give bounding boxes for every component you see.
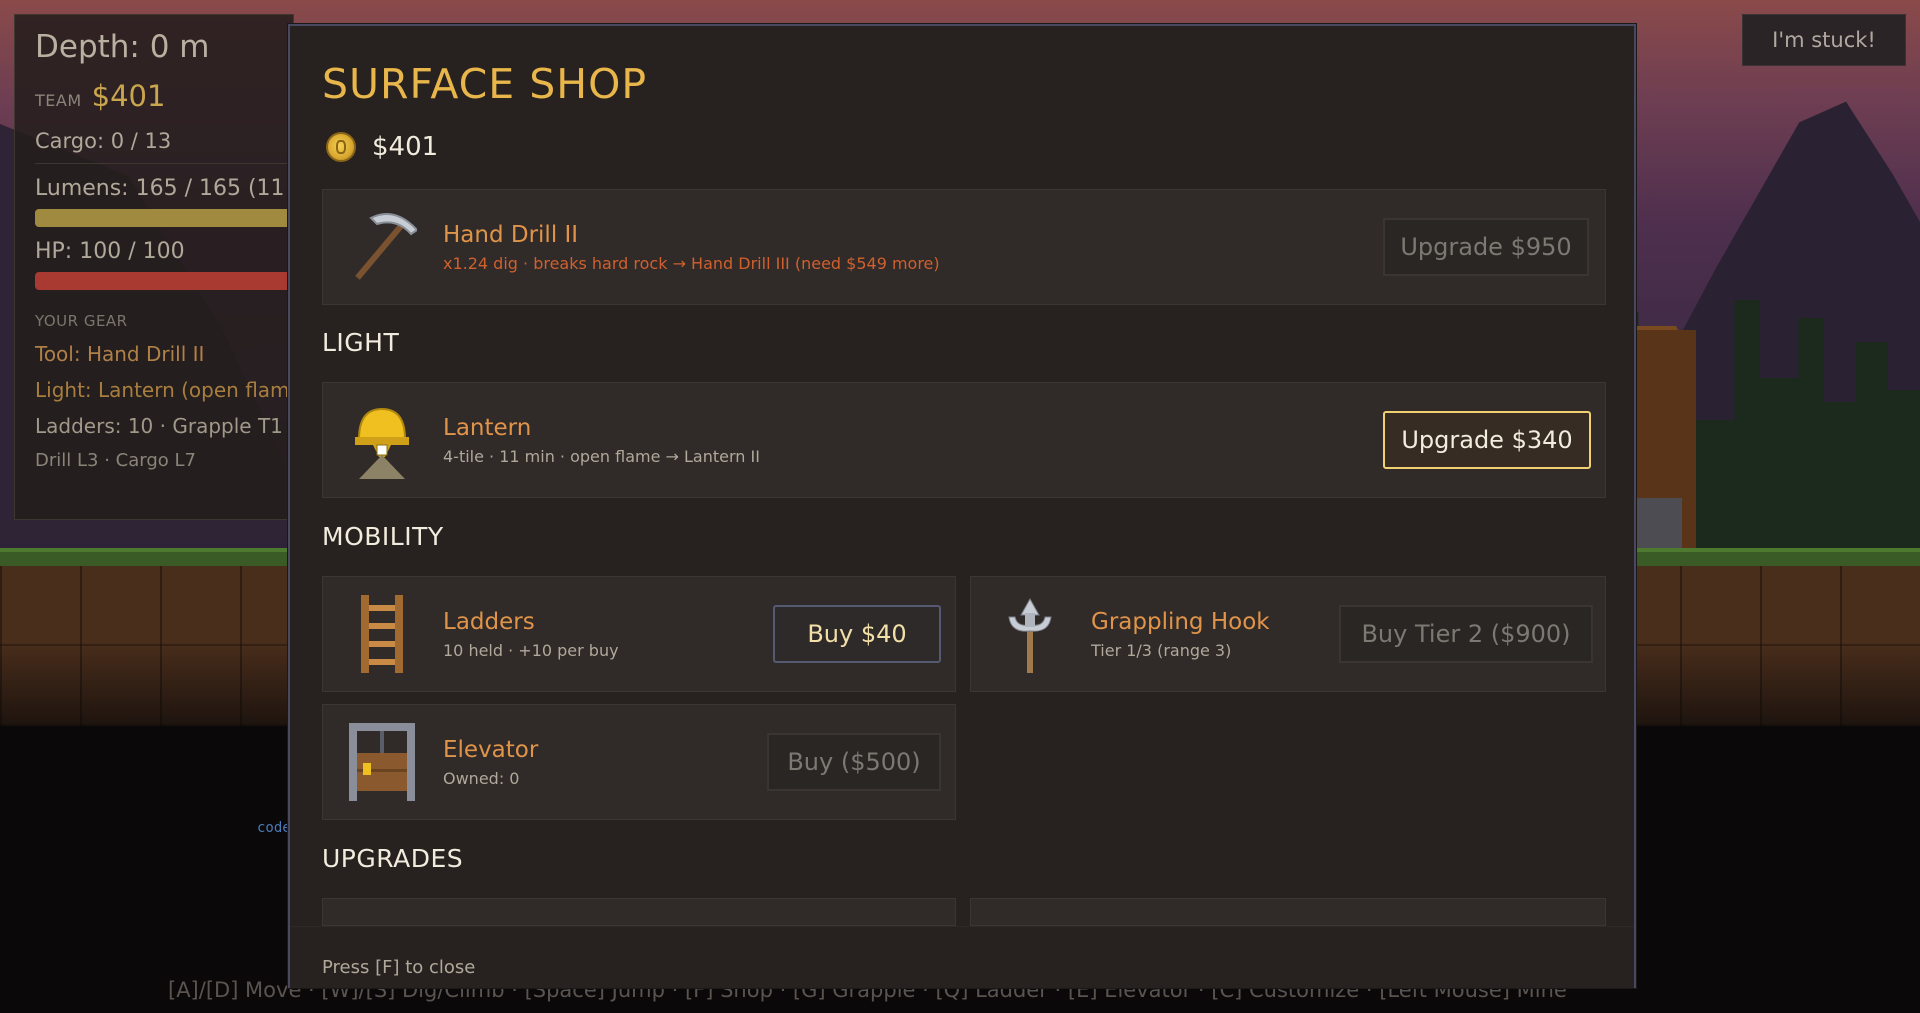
tool-desc: x1.24 dig · breaks hard rock → Hand Dril…	[443, 254, 940, 273]
lantern-desc: 4-tile · 11 min · open flame → Lantern I…	[443, 447, 760, 466]
elevator-card: Elevator Owned: 0 Buy ($500)	[322, 704, 956, 820]
im-stuck-button[interactable]: I'm stuck!	[1742, 14, 1906, 66]
buy-grapple-tier-button[interactable]: Buy Tier 2 ($900)	[1339, 605, 1593, 663]
lumens-readout: Lumens: 165 / 165 (11:0	[35, 176, 306, 201]
ladder-icon	[361, 595, 403, 673]
upgrade-card-partial	[970, 898, 1606, 926]
ladders-name: Ladders	[443, 609, 535, 635]
team-label: TEAM	[35, 91, 82, 110]
tool-name: Hand Drill II	[443, 222, 579, 248]
grappling-hook-icon	[1008, 597, 1052, 673]
section-mobility: MOBILITY	[322, 522, 444, 551]
grapple-card: Grappling Hook Tier 1/3 (range 3) Buy Ti…	[970, 576, 1606, 692]
elevator-desc: Owned: 0	[443, 769, 520, 788]
lantern-card: Lantern 4-tile · 11 min · open flame → L…	[322, 382, 1606, 498]
lantern-name: Lantern	[443, 415, 532, 441]
surface-shop-modal: SURFACE SHOP $401 Hand Drill II x1.24 di…	[288, 24, 1636, 988]
section-upgrades: UPGRADES	[322, 844, 464, 873]
grapple-name: Grappling Hook	[1091, 609, 1270, 635]
ladders-card: Ladders 10 held · +10 per buy Buy $40	[322, 576, 956, 692]
lumens-bar	[35, 209, 315, 227]
elevator-name: Elevator	[443, 737, 539, 763]
ladders-desc: 10 held · +10 per buy	[443, 641, 619, 660]
close-hint: Press [F] to close	[322, 957, 476, 978]
house-base	[1636, 498, 1682, 548]
lantern-icon	[355, 407, 409, 479]
buy-ladders-button[interactable]: Buy $40	[773, 605, 941, 663]
section-light: LIGHT	[322, 328, 400, 357]
gear-levels: Drill L3 · Cargo L7	[35, 450, 196, 471]
buy-elevator-button[interactable]: Buy ($500)	[767, 733, 941, 791]
coin-icon	[326, 132, 356, 162]
gear-light: Light: Lantern (open flam	[35, 378, 290, 402]
upgrade-tool-button[interactable]: Upgrade $950	[1383, 218, 1589, 276]
cargo-readout: Cargo: 0 / 13	[35, 129, 172, 153]
gear-title: YOUR GEAR	[35, 312, 128, 330]
tool-card: Hand Drill II x1.24 dig · breaks hard ro…	[322, 189, 1606, 305]
hp-bar	[35, 272, 315, 290]
pickaxe-icon	[355, 213, 417, 280]
team-money: TEAM $401	[35, 79, 293, 113]
team-money-value: $401	[91, 79, 166, 113]
hud-divider	[35, 163, 305, 164]
hud-panel: Depth: 0 m TEAM $401 Cargo: 0 / 13 Lumen…	[14, 14, 315, 520]
depth-readout: Depth: 0 m	[35, 29, 210, 65]
hp-readout: HP: 100 / 100	[35, 239, 185, 264]
shop-money-value: $401	[372, 132, 439, 162]
elevator-icon	[349, 723, 415, 801]
grapple-desc: Tier 1/3 (range 3)	[1091, 641, 1232, 660]
upgrade-card-partial	[322, 898, 956, 926]
shop-money: $401	[326, 132, 438, 162]
gear-ladders: Ladders: 10 · Grapple T1	[35, 414, 283, 438]
gear-tool: Tool: Hand Drill II	[35, 342, 205, 366]
upgrade-lantern-button[interactable]: Upgrade $340	[1383, 411, 1591, 469]
shop-footer: Press [F] to close	[290, 926, 1634, 988]
shop-title: SURFACE SHOP	[322, 60, 648, 108]
